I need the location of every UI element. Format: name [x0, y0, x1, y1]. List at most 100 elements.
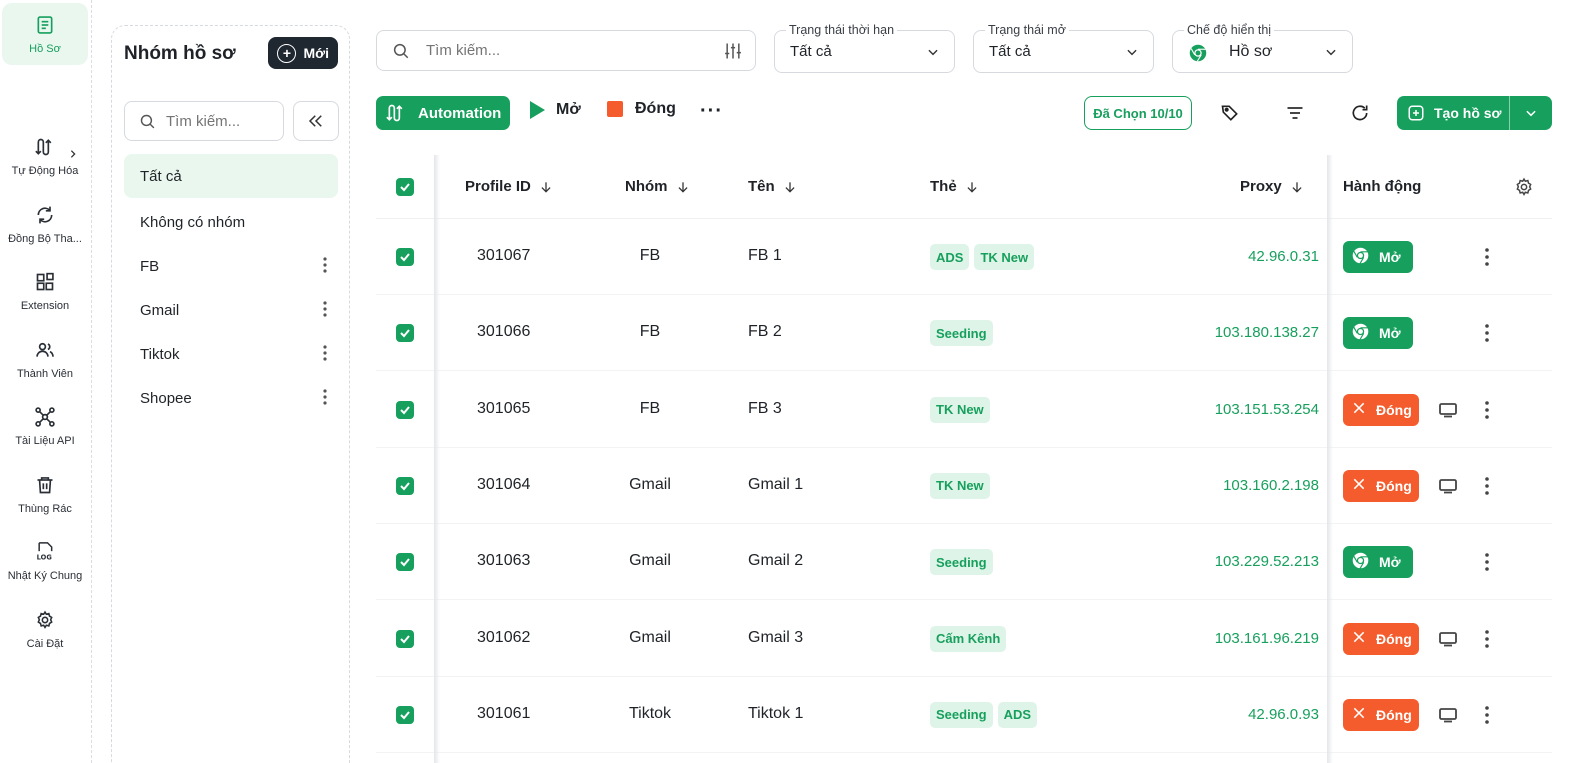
- row-checkbox[interactable]: [396, 248, 414, 266]
- monitor-icon[interactable]: [1438, 402, 1458, 418]
- column-settings-gear-icon[interactable]: [1514, 177, 1534, 197]
- select-all-checkbox[interactable]: [396, 178, 414, 196]
- proxy-cell[interactable]: 42.96.0.31: [1248, 248, 1319, 265]
- name-cell: Gmail 3: [748, 628, 804, 646]
- nav-item-settings[interactable]: Cài Đặt: [2, 598, 88, 660]
- nav-item-automation[interactable]: Tự Động Hóa: [2, 126, 88, 188]
- close-profile-button[interactable]: Đóng: [1343, 393, 1419, 426]
- proxy-cell[interactable]: 42.96.0.93: [1248, 706, 1319, 723]
- group-cell: Gmail: [629, 552, 671, 570]
- group-item[interactable]: Shopee: [124, 376, 338, 420]
- selected-count-badge[interactable]: Đã Chọn 10/10: [1084, 96, 1192, 130]
- open-profile-button[interactable]: Mở: [1343, 241, 1413, 273]
- row-checkbox[interactable]: [396, 705, 414, 724]
- group-item[interactable]: Không có nhóm: [124, 200, 338, 244]
- kebab-menu-icon[interactable]: [322, 344, 328, 362]
- collapse-panel-button[interactable]: [293, 101, 339, 141]
- expiry-status-select[interactable]: Trạng thái thời hạn Tất cả: [774, 23, 955, 73]
- nav-item-profiles[interactable]: Hồ Sơ: [2, 3, 88, 65]
- nav-item-label: Nhật Ký Chung: [7, 570, 83, 582]
- col-tags[interactable]: Thẻ: [930, 178, 979, 195]
- create-profile-main[interactable]: Tạo hồ sơ: [1397, 96, 1510, 130]
- kebab-menu-icon[interactable]: [322, 300, 328, 318]
- group-cell: FB: [639, 323, 661, 341]
- close-selected-button[interactable]: Đóng: [607, 100, 676, 118]
- row-checkbox[interactable]: [396, 629, 414, 648]
- monitor-icon[interactable]: [1438, 478, 1458, 494]
- close-profile-button[interactable]: Đóng: [1343, 698, 1419, 731]
- table-row[interactable]: 301067 FB FB 1 ADS TK New 42.96.0.31 Mở: [376, 219, 1552, 295]
- document-icon: [34, 14, 56, 36]
- open-status-caption: Trạng thái mở: [985, 23, 1069, 37]
- group-item[interactable]: Tất cả: [124, 154, 338, 198]
- row-kebab-menu-icon[interactable]: [1484, 323, 1494, 343]
- row-checkbox[interactable]: [396, 400, 414, 419]
- monitor-icon[interactable]: [1438, 707, 1458, 723]
- row-checkbox[interactable]: [396, 476, 414, 495]
- close-profile-button[interactable]: Đóng: [1343, 622, 1419, 655]
- display-mode-select[interactable]: Chế độ hiển thị Hồ sơ: [1172, 23, 1353, 73]
- col-profile-id[interactable]: Profile ID: [465, 178, 553, 195]
- row-checkbox[interactable]: [396, 324, 414, 343]
- nav-item-api[interactable]: Tài Liệu API: [2, 396, 88, 458]
- sort-filter-button[interactable]: [1283, 101, 1307, 125]
- group-item[interactable]: Gmail: [124, 288, 338, 332]
- row-checkbox[interactable]: [396, 553, 414, 572]
- row-kebab-menu-icon[interactable]: [1484, 400, 1494, 420]
- table-row[interactable]: 301063 Gmail Gmail 2 Seeding 103.229.52.…: [376, 524, 1552, 601]
- kebab-menu-icon[interactable]: [322, 256, 328, 274]
- monitor-icon[interactable]: [1438, 631, 1458, 647]
- table-row[interactable]: 301061 Tiktok Tiktok 1 Seeding ADS 42.96.…: [376, 677, 1552, 753]
- group-item[interactable]: Tiktok: [124, 332, 338, 376]
- profile-id-cell: 301064: [477, 475, 531, 493]
- name-cell: Tiktok 1: [748, 704, 804, 722]
- profile-search-input[interactable]: [426, 42, 706, 59]
- proxy-cell[interactable]: 103.160.2.198: [1223, 477, 1319, 494]
- col-name[interactable]: Tên: [748, 178, 797, 195]
- nav-item-members[interactable]: Thành Viên: [2, 328, 88, 390]
- close-profile-button[interactable]: Đóng: [1343, 469, 1419, 502]
- create-profile-button[interactable]: Tạo hồ sơ: [1397, 96, 1552, 130]
- open-profile-button[interactable]: Mở: [1343, 317, 1413, 350]
- col-group[interactable]: Nhóm: [625, 178, 690, 195]
- more-actions-button[interactable]: ···: [700, 100, 723, 122]
- proxy-cell[interactable]: 103.151.53.254: [1215, 401, 1319, 418]
- open-selected-button[interactable]: Mở: [528, 100, 581, 120]
- name-cell: FB 1: [748, 247, 782, 264]
- table-row[interactable]: 301064 Gmail Gmail 1 TK New 103.160.2.19…: [376, 448, 1552, 524]
- arrow-down-icon: [967, 181, 977, 193]
- open-profile-button[interactable]: Mở: [1343, 546, 1413, 579]
- row-kebab-menu-icon[interactable]: [1484, 705, 1494, 725]
- create-profile-dropdown[interactable]: [1510, 106, 1552, 120]
- proxy-cell[interactable]: 103.180.138.27: [1215, 324, 1319, 341]
- nav-item-extension[interactable]: Extension: [2, 261, 88, 323]
- nav-item-trash[interactable]: Thùng Rác: [2, 463, 88, 525]
- table-row[interactable]: 301065 FB FB 3 TK New 103.151.53.254 Đóng: [376, 372, 1552, 448]
- group-item[interactable]: FB: [124, 244, 338, 288]
- table-row[interactable]: 301062 Gmail Gmail 3 Cấm Kênh 103.161.96…: [376, 601, 1552, 677]
- row-kebab-menu-icon[interactable]: [1484, 629, 1494, 649]
- tag-badge: Cấm Kênh: [930, 625, 1007, 652]
- row-kebab-menu-icon[interactable]: [1484, 247, 1494, 267]
- open-status-select[interactable]: Trạng thái mở Tất cả: [973, 23, 1154, 73]
- proxy-cell[interactable]: 103.229.52.213: [1215, 553, 1319, 570]
- automation-icon: [34, 136, 56, 158]
- row-kebab-menu-icon[interactable]: [1484, 476, 1494, 496]
- tag-button[interactable]: [1218, 101, 1242, 125]
- profile-id-cell: 301067: [477, 247, 531, 264]
- col-proxy[interactable]: Proxy: [1240, 178, 1304, 195]
- group-item-label: Gmail: [140, 301, 180, 319]
- row-kebab-menu-icon[interactable]: [1484, 552, 1494, 572]
- nav-item-sync[interactable]: Đồng Bộ Tha...: [2, 193, 88, 255]
- filter-sliders-icon[interactable]: [723, 41, 743, 61]
- nav-item-label: Tự Động Hóa: [11, 165, 79, 177]
- group-search-input[interactable]: [166, 112, 276, 130]
- kebab-menu-icon[interactable]: [322, 388, 328, 406]
- new-group-button[interactable]: + Mới: [268, 37, 338, 69]
- nav-item-log[interactable]: LOG Nhật Ký Chung: [2, 531, 88, 593]
- stop-icon: [607, 101, 623, 117]
- table-row[interactable]: 301066 FB FB 2 Seeding 103.180.138.27 Mở: [376, 295, 1552, 372]
- proxy-cell[interactable]: 103.161.96.219: [1215, 630, 1319, 647]
- refresh-button[interactable]: [1348, 101, 1372, 125]
- automation-button[interactable]: Automation: [376, 96, 510, 130]
